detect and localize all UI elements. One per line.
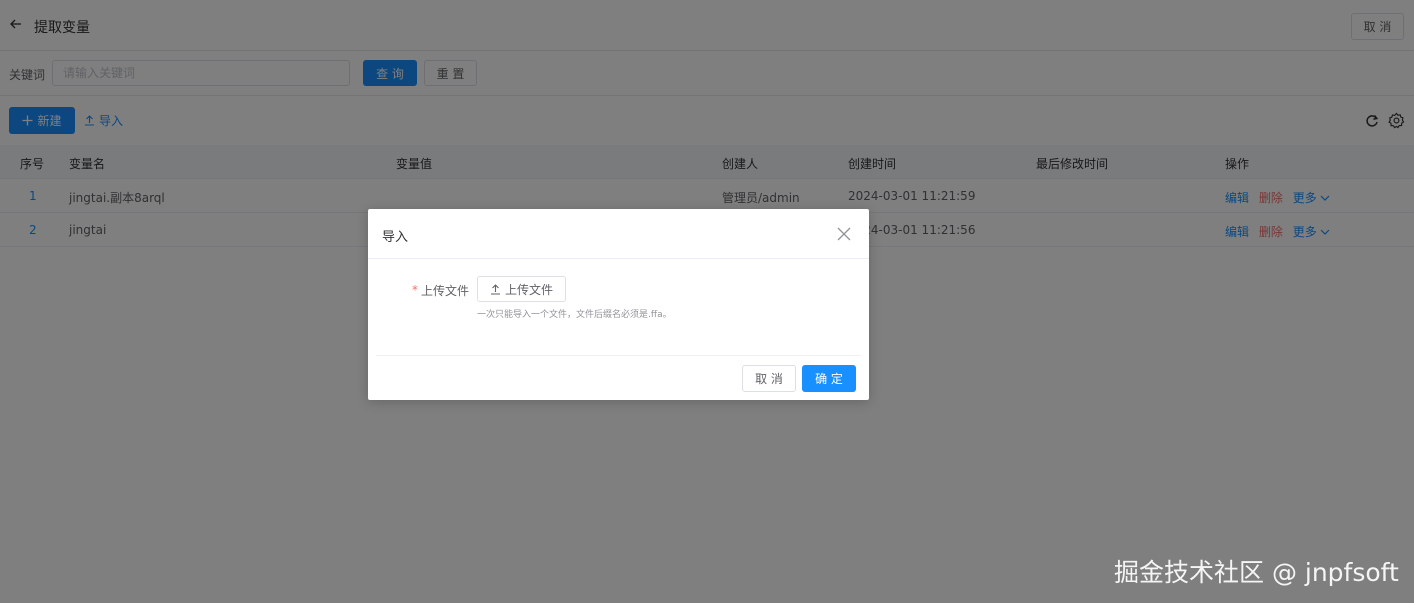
upload-icon — [490, 283, 500, 295]
close-icon[interactable] — [837, 227, 851, 241]
dialog-divider — [376, 355, 861, 356]
upload-field-label: 上传文件 — [421, 284, 470, 298]
required-asterisk: * — [412, 283, 418, 297]
dialog-confirm-button[interactable]: 确 定 — [802, 365, 856, 392]
dialog-title: 导入 — [382, 230, 409, 245]
upload-tip: 一次只能导入一个文件，文件后缀名必须是.ffa。 — [477, 310, 672, 320]
dialog-cancel-button[interactable]: 取 消 — [742, 365, 796, 392]
import-dialog: 导入 * 上传文件 上传文件 一次只能导入一个文件，文件后缀名必须是.ffa。 … — [368, 209, 869, 400]
upload-button-label: 上传文件 — [504, 282, 553, 297]
upload-file-button[interactable]: 上传文件 — [477, 276, 566, 302]
watermark: 掘金技术社区 @ jnpfsoft — [1114, 558, 1399, 587]
dialog-header: 导入 — [368, 209, 869, 259]
